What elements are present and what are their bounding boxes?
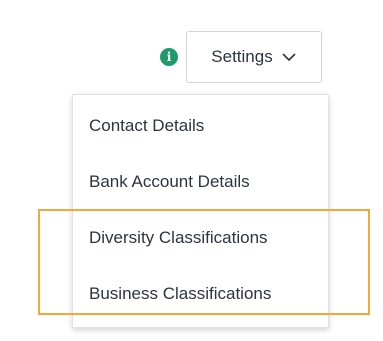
settings-label: Settings: [211, 47, 273, 66]
settings-button[interactable]: Settings: [186, 31, 322, 83]
page: i Settings Contact Details Bank Account …: [0, 0, 383, 341]
menu-item-diversity-classifications[interactable]: Diversity Classifications: [89, 218, 318, 258]
menu-item-business-classifications[interactable]: Business Classifications: [89, 274, 318, 314]
info-icon[interactable]: i: [160, 48, 178, 66]
settings-dropdown-menu: Contact Details Bank Account Details Div…: [72, 94, 329, 328]
chevron-down-icon: [281, 49, 297, 65]
menu-item-contact-details[interactable]: Contact Details: [89, 106, 318, 146]
menu-item-bank-account-details[interactable]: Bank Account Details: [89, 162, 318, 202]
